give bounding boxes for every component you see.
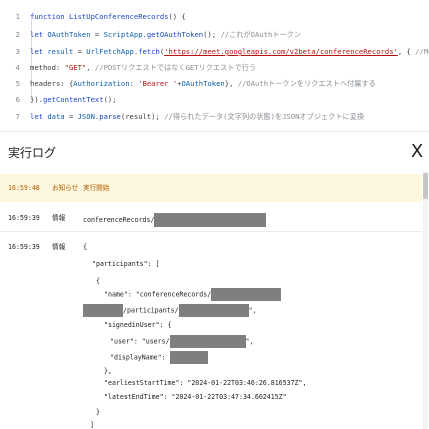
code-token: "GET" (64, 63, 87, 72)
code-token: (); (103, 95, 117, 104)
code-text: }).getContentText(); (30, 93, 117, 107)
code-text: let OAuthToken = ScriptApp.getOAuthToken… (30, 28, 301, 42)
execution-log-header: 実行ログ X (0, 131, 429, 171)
code-token: result (47, 47, 74, 56)
code-token: JSON (77, 112, 95, 121)
code-token: }, (224, 79, 238, 88)
code-token: getContentText (42, 95, 104, 104)
line-number: 6 (15, 95, 20, 104)
code-line: 5 headers: {Authorization: 'Bearer '+OAu… (0, 77, 429, 91)
code-token: //Meet APIへリクエスト (415, 47, 429, 56)
code-token: //得られたデータ(文字列の状態)をJSONオブジェクトに変換 (164, 112, 365, 121)
line-number: 1 (15, 12, 20, 21)
code-token: getOAuthToken (146, 30, 204, 39)
log-time: 16:59:48 (8, 184, 40, 192)
code-token: (); (203, 30, 221, 39)
log-scrollbar[interactable] (423, 171, 428, 429)
code-token: let (30, 47, 48, 56)
code-text: function ListUpConferenceRecords() { (30, 10, 186, 24)
json-line: "name": "conferenceRecords/ (104, 288, 282, 301)
code-text: method: "GET", //POSTリクエストではなくGETリクエストで行… (30, 61, 256, 75)
code-token: parse (99, 112, 121, 121)
code-token: headers: { (30, 79, 74, 88)
redacted-name (169, 351, 208, 364)
code-token: }). (30, 95, 43, 104)
code-line: 2 let OAuthToken = ScriptApp.getOAuthTok… (0, 28, 429, 42)
line-number: 7 (15, 112, 20, 121)
code-token: () { (168, 12, 186, 21)
json-line: "earliestStartTime": "2024-01-22T03:46:2… (104, 379, 307, 387)
log-message: 実行開始 (83, 184, 110, 192)
line-number: 2 (15, 30, 20, 39)
log-message: { (83, 243, 87, 251)
scroll-thumb[interactable] (423, 173, 428, 199)
json-line: "participants": [ (92, 260, 160, 268)
code-token: method: (30, 63, 65, 72)
code-line: 7 let data = JSON.parse(result); //得られたデ… (0, 110, 429, 124)
code-token: Authorization (73, 79, 130, 88)
code-token: = (73, 47, 87, 56)
json-line: { (96, 277, 100, 285)
code-token: function (30, 12, 69, 21)
json-line: } (96, 408, 100, 416)
code-token: OAuthToken (181, 79, 225, 88)
log-level: 情報 (52, 214, 66, 222)
execution-log-title: 実行ログ (8, 146, 57, 160)
line-number: 4 (15, 63, 20, 72)
json-line: }, (104, 367, 112, 375)
code-token: 'Bearer ' (138, 79, 178, 88)
row-divider (0, 231, 422, 232)
code-editor[interactable]: 1 function ListUpConferenceRecords() { 2 l… (0, 0, 429, 131)
execution-log-body[interactable]: 16:59:48 お知らせ 実行開始 16:59:39 情報 conferenc… (0, 171, 429, 429)
code-token: ScriptApp (103, 30, 143, 39)
json-line: "latestEndTime": "2024-01-22T03:47:34.60… (104, 393, 287, 401)
code-token: //POSTリクエストではなくGETリクエストで行う (94, 63, 257, 72)
code-token: //OAuthトークンをリクエストヘ付属する (237, 79, 376, 88)
code-token: 'https://meet.googleapis.com/v2beta/conf… (164, 47, 398, 56)
log-time: 16:59:39 (8, 243, 40, 251)
code-token: = (90, 30, 104, 39)
code-token: , { (397, 47, 416, 56)
code-token: data (47, 112, 65, 121)
line-number: 3 (15, 47, 20, 56)
code-token: OAuthToken (47, 30, 91, 39)
code-token: ListUpConferenceRecords (68, 12, 169, 21)
code-token: (result); (120, 112, 165, 121)
json-line: "displayName": (110, 351, 208, 364)
code-token: = (64, 112, 78, 121)
log-level: 情報 (52, 243, 66, 251)
code-token: let (30, 112, 48, 121)
log-message: conferenceRecords/ (83, 213, 267, 227)
code-token: //これがOAuthトークン (220, 30, 302, 39)
code-token: UrlFetchApp (86, 47, 134, 56)
code-text: let result = UrlFetchApp.fetch('https://… (30, 45, 429, 59)
code-text: let data = JSON.parse(result); //得られたデータ… (30, 110, 364, 124)
code-token: fetch (138, 47, 160, 56)
code-line: 1 function ListUpConferenceRecords() { (0, 10, 429, 24)
json-line: "signedinUser": { (104, 321, 172, 329)
code-text: headers: {Authorization: 'Bearer '+OAuth… (30, 77, 376, 91)
close-log-button[interactable]: X (406, 140, 428, 164)
log-row-notice: 16:59:48 お知らせ 実行開始 (0, 174, 422, 202)
log-level: お知らせ (52, 184, 79, 192)
log-time: 16:59:39 (8, 214, 40, 222)
line-number: 5 (15, 79, 20, 88)
code-line: 6 }).getContentText(); (0, 93, 429, 107)
redacted-id (211, 288, 282, 301)
code-token: let (30, 30, 48, 39)
code-token: , (86, 63, 95, 72)
redacted-id (169, 335, 246, 348)
json-line: "user": "users/", (110, 335, 254, 348)
redacted-id (178, 304, 249, 317)
redacted-id (154, 213, 267, 227)
code-token: : (129, 79, 139, 88)
code-line: 4 method: "GET", //POSTリクエストではなくGETリクエスト… (0, 61, 429, 75)
code-line: 3 let result = UrlFetchApp.fetch('https:… (0, 45, 429, 59)
json-line: ] (90, 421, 94, 429)
redacted-id (83, 304, 123, 317)
json-line: /participants/", (83, 304, 257, 317)
